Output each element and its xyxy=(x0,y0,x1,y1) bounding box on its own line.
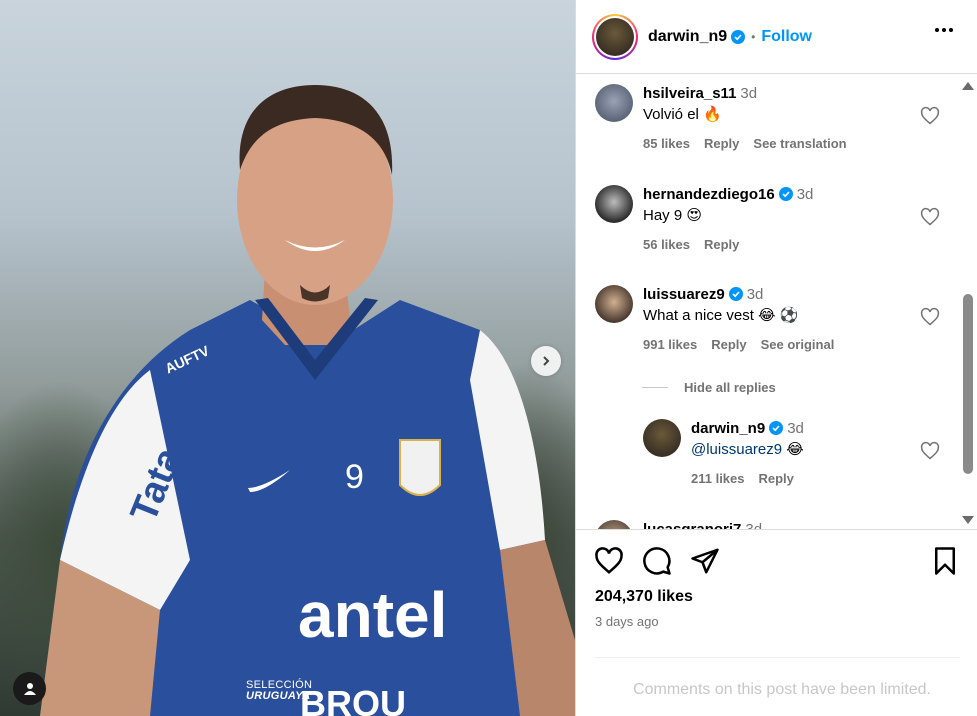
scroll-thumb[interactable] xyxy=(963,294,973,474)
mention-link[interactable]: @luissuarez9 xyxy=(691,441,782,458)
separator-dot: • xyxy=(751,29,756,44)
comment-time[interactable]: 3d xyxy=(787,420,804,437)
comment-text: What a nice vest 😂 ⚽ xyxy=(643,307,799,324)
comment-likes[interactable]: 85 likes xyxy=(643,136,690,151)
verified-badge-icon xyxy=(728,287,743,301)
comment-bubble-icon[interactable] xyxy=(642,546,672,576)
comment-likes[interactable]: 211 likes xyxy=(691,471,745,486)
scroll-up-arrow-icon[interactable] xyxy=(962,82,974,90)
watermark-line: URUGUAYA xyxy=(246,690,311,702)
save-bookmark-icon[interactable] xyxy=(930,546,960,576)
hide-replies-label: Hide all replies xyxy=(684,380,776,395)
commenter-avatar[interactable] xyxy=(595,285,633,323)
comment-time[interactable]: 3d xyxy=(797,186,814,203)
svg-text:antel: antel xyxy=(298,579,447,651)
verified-badge-icon xyxy=(731,29,746,44)
commenter-avatar[interactable] xyxy=(595,520,633,529)
comment-text: Hay 9 😍 xyxy=(643,207,702,224)
commenter-avatar[interactable] xyxy=(643,419,681,457)
see-original-button[interactable]: See original xyxy=(761,337,835,352)
scroll-down-arrow-icon[interactable] xyxy=(962,516,974,524)
comment-username[interactable]: hernandezdiego16 xyxy=(643,186,775,203)
like-comment-heart-icon[interactable] xyxy=(920,307,940,327)
watermark: SELECCIÓN URUGUAYA xyxy=(246,680,312,702)
more-options-icon[interactable] xyxy=(935,28,953,32)
comment-time[interactable]: 3d xyxy=(747,286,764,303)
post-timestamp[interactable]: 3 days ago xyxy=(595,614,659,629)
comment-username[interactable]: hsilveira_s11 xyxy=(643,85,736,102)
chevron-right-icon xyxy=(543,356,550,366)
post-header: darwin_n9 • Follow xyxy=(576,0,977,74)
comment-username[interactable]: lucasgranori7 xyxy=(643,521,741,529)
verified-badge-icon xyxy=(769,421,784,435)
post-sidebar: darwin_n9 • Follow hsilveira_s11 3d Volvi… xyxy=(575,0,977,716)
user-icon xyxy=(23,682,36,695)
post-media[interactable]: 9 antel Tata AUFTV BROU SELECCIÓN URUGUA… xyxy=(0,0,575,716)
divider xyxy=(595,657,960,658)
reply-button[interactable]: Reply xyxy=(759,471,794,486)
hide-replies-button[interactable]: Hide all replies xyxy=(642,380,776,395)
comment-username[interactable]: darwin_n9 xyxy=(691,420,765,437)
comment-likes[interactable]: 991 likes xyxy=(643,337,697,352)
like-heart-icon[interactable] xyxy=(594,546,624,576)
verified-badge-icon xyxy=(778,187,793,201)
comment-username[interactable]: luissuarez9 xyxy=(643,286,725,303)
commenter-avatar[interactable] xyxy=(595,185,633,223)
like-comment-heart-icon[interactable] xyxy=(920,207,940,227)
post-actions xyxy=(594,546,964,580)
author-username[interactable]: darwin_n9 xyxy=(648,28,727,46)
player-photo: 9 antel Tata AUFTV BROU xyxy=(40,85,575,716)
next-image-button[interactable] xyxy=(531,346,561,376)
see-translation-button[interactable]: See translation xyxy=(753,136,846,151)
svg-text:9: 9 xyxy=(345,458,364,496)
share-paper-plane-icon[interactable] xyxy=(690,546,720,576)
reply-button[interactable]: Reply xyxy=(704,136,739,151)
comment-time[interactable]: 3d xyxy=(745,521,762,529)
divider-line xyxy=(642,387,668,388)
comment-emoji: 😂 xyxy=(786,441,804,458)
tagged-users-button[interactable] xyxy=(13,672,46,705)
author-avatar[interactable] xyxy=(592,13,638,60)
svg-text:BROU: BROU xyxy=(300,683,406,716)
like-comment-heart-icon[interactable] xyxy=(920,106,940,126)
like-comment-heart-icon[interactable] xyxy=(920,441,940,461)
comments-scrollbar[interactable] xyxy=(961,74,975,530)
comment-time[interactable]: 3d xyxy=(740,85,757,102)
comment-text: Volvió el 🔥 xyxy=(643,106,722,123)
follow-button[interactable]: Follow xyxy=(761,28,812,46)
reply-button[interactable]: Reply xyxy=(711,337,746,352)
commenter-avatar[interactable] xyxy=(595,84,633,122)
comment-likes[interactable]: 56 likes xyxy=(643,237,690,252)
comments-limited-notice: Comments on this post have been limited. xyxy=(633,681,931,698)
comments-list: hsilveira_s11 3d Volvió el 🔥 85 likes Repl… xyxy=(576,74,977,530)
post-likes-count[interactable]: 204,370 likes xyxy=(595,588,693,606)
reply-button[interactable]: Reply xyxy=(704,237,739,252)
